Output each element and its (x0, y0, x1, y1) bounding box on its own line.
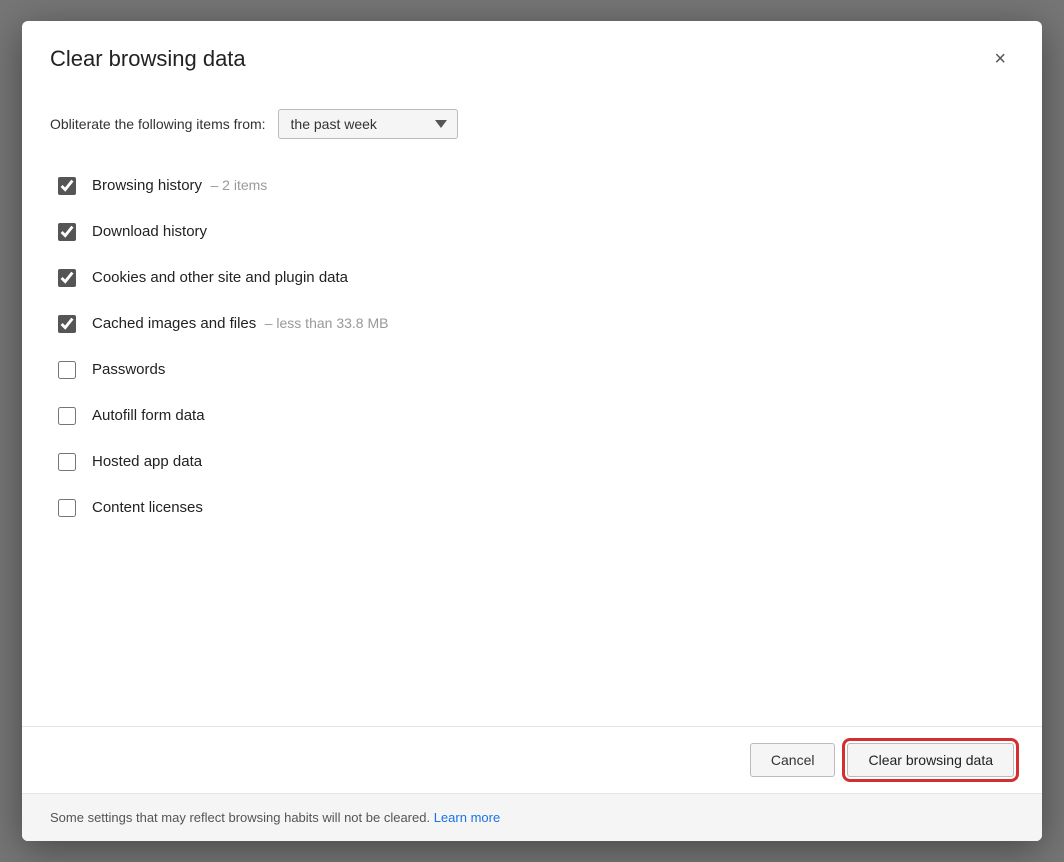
time-range-select[interactable]: the past hour the past day the past week… (278, 109, 458, 139)
time-range-label: Obliterate the following items from: (50, 116, 266, 132)
checkbox-label[interactable]: Autofill form data (92, 407, 205, 425)
dialog-body: Obliterate the following items from: the… (22, 89, 1042, 726)
learn-more-link[interactable]: Learn more (434, 810, 500, 825)
checkbox-label[interactable]: Cached images and files – less than 33.8… (92, 315, 388, 333)
list-item: Download history (50, 209, 1014, 255)
checkbox-list: Browsing history – 2 items Download hist… (50, 163, 1014, 531)
checkbox-label[interactable]: Cookies and other site and plugin data (92, 269, 348, 287)
dialog-notice: Some settings that may reflect browsing … (22, 793, 1042, 841)
dialog-footer: Cancel Clear browsing data (22, 726, 1042, 793)
cached-images-checkbox[interactable] (58, 315, 76, 333)
checkbox-label[interactable]: Browsing history – 2 items (92, 177, 267, 195)
clear-browsing-data-dialog: Clear browsing data × Obliterate the fol… (22, 21, 1042, 841)
clear-browsing-data-button[interactable]: Clear browsing data (847, 743, 1014, 777)
checkbox-label[interactable]: Hosted app data (92, 453, 202, 471)
list-item: Content licenses (50, 485, 1014, 531)
list-item: Cookies and other site and plugin data (50, 255, 1014, 301)
cancel-button[interactable]: Cancel (750, 743, 836, 777)
browsing-history-checkbox[interactable] (58, 177, 76, 195)
dialog-header: Clear browsing data × (22, 21, 1042, 89)
dialog-title: Clear browsing data (50, 46, 246, 72)
autofill-checkbox[interactable] (58, 407, 76, 425)
cookies-checkbox[interactable] (58, 269, 76, 287)
download-history-checkbox[interactable] (58, 223, 76, 241)
notice-text: Some settings that may reflect browsing … (50, 810, 430, 825)
close-button[interactable]: × (986, 45, 1014, 73)
list-item: Autofill form data (50, 393, 1014, 439)
content-licenses-checkbox[interactable] (58, 499, 76, 517)
list-item: Hosted app data (50, 439, 1014, 485)
checkbox-label[interactable]: Content licenses (92, 499, 203, 517)
checkbox-label[interactable]: Passwords (92, 361, 165, 379)
time-range-row: Obliterate the following items from: the… (50, 109, 1014, 139)
list-item: Passwords (50, 347, 1014, 393)
list-item: Cached images and files – less than 33.8… (50, 301, 1014, 347)
hosted-app-data-checkbox[interactable] (58, 453, 76, 471)
passwords-checkbox[interactable] (58, 361, 76, 379)
checkbox-label[interactable]: Download history (92, 223, 207, 241)
list-item: Browsing history – 2 items (50, 163, 1014, 209)
